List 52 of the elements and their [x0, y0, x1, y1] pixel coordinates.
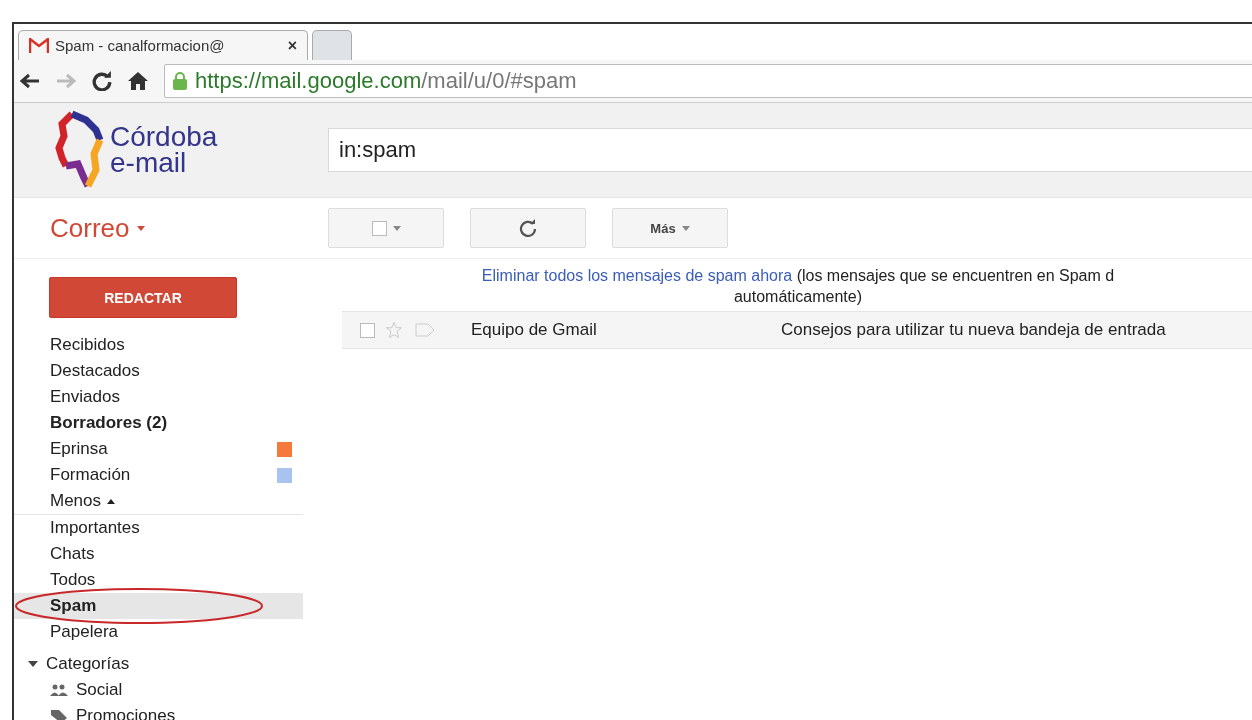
caret-icon	[392, 225, 401, 231]
caret-icon	[681, 225, 690, 231]
sidebar-item[interactable]: Spam	[14, 593, 303, 619]
url-text: https://mail.google.com/mail/u/0/#spam	[195, 68, 577, 94]
category-item[interactable]: Social	[14, 677, 328, 703]
logo-icon	[54, 110, 106, 190]
refresh-icon	[519, 219, 537, 237]
reload-icon[interactable]	[92, 71, 112, 91]
search-field[interactable]: in:spam	[328, 128, 1252, 172]
sidebar-item[interactable]: Chats	[14, 541, 303, 567]
logo-text: Córdoba	[110, 124, 218, 150]
close-button[interactable]: ×	[287, 36, 297, 55]
checkbox[interactable]	[360, 322, 375, 338]
more-button[interactable]: Más	[612, 208, 728, 248]
sidebar-item[interactable]: Eprinsa	[14, 436, 303, 462]
tab-title: Spam - canalformacion@	[55, 37, 225, 54]
logo-text: e-mail	[110, 150, 188, 176]
expand-icon	[28, 661, 38, 667]
sidebar-item[interactable]: Formación	[14, 462, 303, 488]
checkbox-icon	[371, 220, 387, 236]
mail-icon	[29, 37, 49, 54]
label-icon[interactable]	[415, 323, 435, 337]
people-icon	[50, 684, 68, 696]
categories-toggle[interactable]: Categorías	[14, 651, 328, 677]
message-row[interactable]: Equipo de Gmail Consejos para utilizar tu nueva bandeja de entrada	[342, 311, 1252, 349]
lock-icon	[173, 72, 187, 90]
back-icon[interactable]	[20, 73, 40, 89]
sidebar-item[interactable]: Todos	[14, 567, 303, 593]
app-switcher[interactable]: Correo	[14, 212, 328, 244]
subject: Consejos para utilizar tu nueva bandeja de entrada	[781, 320, 1166, 340]
sidebar-item[interactable]: Destacados	[14, 358, 303, 384]
refresh-button[interactable]	[470, 208, 586, 248]
spam-notice: Eliminar todos los mensajes de spam ahora (los mensajes que se encuentren en Spam d automáticamente)	[480, 266, 1116, 307]
sidebar-item[interactable]: Papelera	[14, 619, 303, 645]
sidebar-item[interactable]: Enviados	[14, 384, 303, 410]
tag-icon	[50, 709, 68, 720]
sidebar-item[interactable]: Importantes	[14, 515, 303, 541]
caret-icon	[107, 498, 116, 504]
select-button[interactable]	[328, 208, 444, 248]
home-icon[interactable]	[128, 72, 148, 90]
delete-spam-link[interactable]: Eliminar todos los mensajes de spam ahora	[481, 267, 793, 284]
compose-button[interactable]: REDACTAR	[49, 277, 237, 318]
forward-icon[interactable]	[56, 73, 76, 89]
star-icon[interactable]	[385, 321, 403, 339]
caret-icon	[137, 225, 146, 231]
sidebar-item[interactable]: Borradores (2)	[14, 410, 303, 436]
sidebar-item[interactable]: Recibidos	[14, 332, 303, 358]
browser-tab[interactable]	[312, 30, 352, 60]
address-bar[interactable]: https://mail.google.com/mail/u/0/#spam	[164, 64, 1252, 98]
sidebar-item[interactable]: Menos	[14, 488, 303, 515]
sender: Equipo de Gmail	[471, 320, 598, 340]
browser-tab[interactable]: Spam - canalformacion@ ×	[18, 30, 308, 60]
